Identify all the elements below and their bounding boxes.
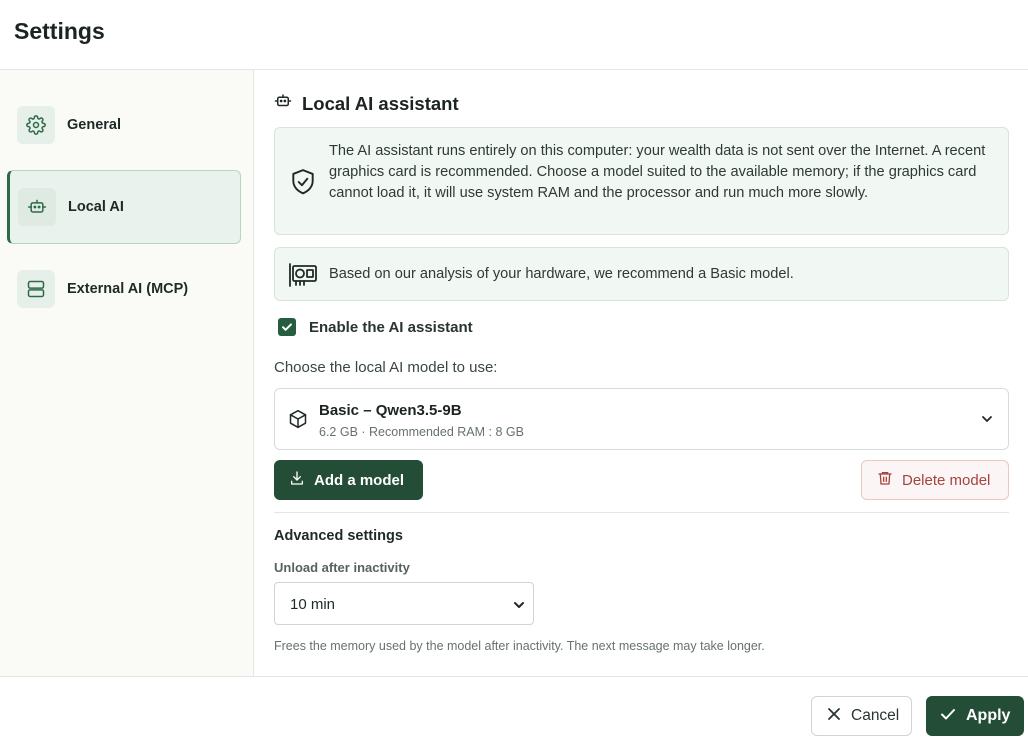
unload-inactivity-value: 10 min <box>290 596 336 613</box>
model-meta: 6.2 GB · Recommended RAM : 8 GB <box>319 425 524 439</box>
sidebar-item-label: General <box>67 117 121 133</box>
gear-icon <box>17 106 55 144</box>
unload-inactivity-hint: Frees the memory used by the model after… <box>274 639 765 653</box>
dialog-footer: Cancel Apply <box>0 676 1028 744</box>
sidebar: General Local AI External AI (MCP) <box>0 70 254 676</box>
check-icon <box>940 706 956 727</box>
enable-ai-label: Enable the AI assistant <box>309 318 473 336</box>
server-icon <box>17 270 55 308</box>
apply-button[interactable]: Apply <box>926 696 1024 736</box>
enable-ai-checkbox[interactable] <box>278 318 296 336</box>
main-panel: Local AI assistant The AI assistant runs… <box>254 70 1028 676</box>
privacy-info-text: The AI assistant runs entirely on this c… <box>329 143 986 201</box>
model-select[interactable]: Basic – Qwen3.5-9B 6.2 GB · Recommended … <box>274 388 1009 450</box>
chevron-down-icon <box>513 598 525 616</box>
trash-icon <box>877 470 893 490</box>
sidebar-item-external-ai[interactable]: External AI (MCP) <box>7 252 241 326</box>
page-title: Settings <box>14 18 105 44</box>
settings-header: Settings <box>0 0 1028 70</box>
download-icon <box>289 470 305 490</box>
sidebar-item-label: Local AI <box>68 199 124 215</box>
cube-icon <box>288 409 308 434</box>
unload-inactivity-select[interactable]: 10 min <box>274 582 534 625</box>
cancel-label: Cancel <box>851 707 900 724</box>
recommendation-text: Based on our analysis of your hardware, … <box>329 266 794 282</box>
enable-ai-toggle[interactable]: Enable the AI assistant <box>278 318 473 336</box>
choose-model-label: Choose the local AI model to use: <box>274 359 498 376</box>
robot-icon <box>18 188 56 226</box>
privacy-info-box: The AI assistant runs entirely on this c… <box>274 127 1009 235</box>
cancel-button[interactable]: Cancel <box>811 696 912 736</box>
chevron-down-icon <box>980 412 994 431</box>
add-model-button[interactable]: Add a model <box>274 460 423 500</box>
apply-label: Apply <box>966 707 1011 724</box>
shield-check-icon <box>290 168 316 201</box>
close-icon <box>827 707 841 726</box>
section-title-text: Local AI assistant <box>302 92 459 114</box>
model-name: Basic – Qwen3.5-9B <box>319 402 462 419</box>
sidebar-item-label: External AI (MCP) <box>67 281 189 297</box>
sidebar-item-general[interactable]: General <box>7 88 241 162</box>
sidebar-item-local-ai[interactable]: Local AI <box>7 170 241 244</box>
graphics-card-icon <box>288 262 318 293</box>
delete-model-label: Delete model <box>902 471 991 489</box>
add-model-label: Add a model <box>314 471 405 489</box>
hardware-recommendation-box: Based on our analysis of your hardware, … <box>274 247 1009 301</box>
advanced-settings-title: Advanced settings <box>274 528 403 544</box>
divider <box>274 512 1009 513</box>
unload-inactivity-label: Unload after inactivity <box>274 560 410 575</box>
delete-model-button[interactable]: Delete model <box>861 460 1009 500</box>
section-title: Local AI assistant <box>274 92 459 115</box>
robot-icon <box>274 92 292 115</box>
